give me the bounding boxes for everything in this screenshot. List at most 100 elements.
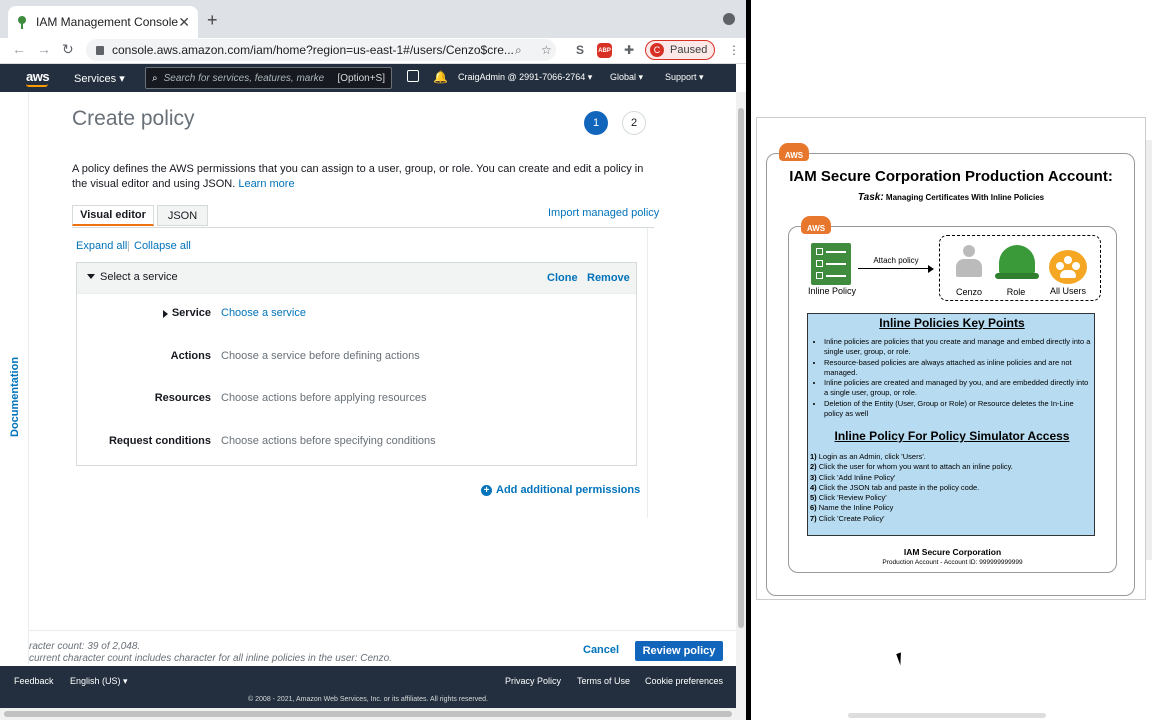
task-text: Managing Certificates With Inline Polici… [885,193,1045,202]
character-count-note: current character count includes charact… [29,653,392,664]
form-right-border [647,228,648,518]
slide-task: Task: Managing Certificates With Inline … [756,192,1146,203]
horizontal-scroll-thumb[interactable] [4,711,732,717]
reload-icon[interactable]: ↻ [62,41,74,58]
language-label: English (US) [70,676,121,686]
tab-visual-editor[interactable]: Visual editor [72,205,154,226]
chevron-down-icon: ▾ [119,73,125,85]
search-icon: ⌕ [152,72,158,84]
cancel-button[interactable]: Cancel [583,644,619,656]
policy-description: A policy defines the AWS permissions tha… [72,162,654,192]
service-panel-title: Select a service [100,271,178,283]
forward-icon[interactable]: → [37,41,51,57]
choose-service-link[interactable]: Choose a service [221,307,306,319]
profile-avatar: C [650,43,664,57]
entity-label-role: Role [1006,287,1026,297]
profile-paused-button[interactable]: C Paused [645,40,715,60]
add-permissions-label: Add additional permissions [496,484,641,496]
step-number: 3) [810,472,817,482]
zoom-search-icon[interactable]: ⌕ [515,43,522,58]
resources-value: Choose actions before applying resources [221,392,427,404]
chevron-down-icon: ▾ [638,72,644,82]
list-item: 3) Click 'Add Inline Policy' [810,473,1092,483]
privacy-policy-link[interactable]: Privacy Policy [505,676,561,686]
account-label: CraigAdmin @ 2991-7066-2764 [458,72,586,82]
list-item: 1) Login as an Admin, click 'Users'. [810,452,1092,462]
corp-account: Production Account - Account ID: 9999999… [882,559,1023,566]
user-icon [956,245,982,285]
tab-divider [72,227,654,228]
browser-tab[interactable]: IAM Management Console ✕ [8,6,198,38]
region-menu[interactable]: Global ▾ [610,72,643,83]
back-icon[interactable]: ← [12,41,26,57]
vertical-scroll-thumb[interactable] [738,108,744,628]
list-item: 5) Click 'Review Policy' [810,493,1092,503]
learn-more-link[interactable]: Learn more [238,178,294,190]
service-panel-header[interactable]: Select a service Clone Remove [77,263,636,294]
aws-logo[interactable]: aws [26,69,50,87]
task-label: Task: [857,192,884,203]
services-menu[interactable]: Services ▾ [74,72,125,85]
aws-cloud-icon: AWS [801,216,831,234]
actions-label: Actions [170,350,211,362]
tab-search-icon[interactable] [723,13,735,25]
list-item: Inline policies are policies that you cr… [824,337,1094,357]
extension-s-icon[interactable]: S [576,43,584,57]
aws-search-input[interactable]: ⌕ Search for services, features, marke [… [145,67,392,89]
search-shortcut: [Option+S] [337,72,385,84]
documentation-tab[interactable]: Documentation [9,357,21,437]
attach-arrow [858,268,930,269]
service-label: Service [171,307,211,319]
collapse-all-link[interactable]: Collapse all [134,240,191,252]
bookmark-star-icon[interactable]: ☆ [541,43,552,57]
browser-menu-icon[interactable]: ⋮ [728,43,740,57]
close-tab-icon[interactable]: ✕ [178,14,190,31]
add-permissions-button[interactable]: + Add additional permissions [481,484,640,496]
account-menu[interactable]: CraigAdmin @ 2991-7066-2764 ▾ [458,72,592,83]
remove-button[interactable]: Remove [587,272,630,284]
wizard-step-1: 1 [584,111,608,135]
form-footer: racter count: 39 of 2,048. current chara… [29,630,736,666]
search-placeholder: Search for services, features, marke [163,72,325,84]
aws-footer: Feedback English (US) ▾ Privacy Policy T… [0,666,736,708]
resources-label: Resources [154,392,211,404]
adblock-icon[interactable]: ABP [597,43,612,58]
import-managed-policy-link[interactable]: Import managed policy [548,207,659,219]
entity-label-cenzo: Cenzo [955,287,982,297]
slide-horizontal-scroll-thumb[interactable] [848,713,1046,718]
cookie-preferences-link[interactable]: Cookie preferences [645,676,723,686]
tab-json[interactable]: JSON [157,205,208,226]
caret-down-icon[interactable] [87,274,95,279]
url-field[interactable]: console.aws.amazon.com/iam/home?region=u… [86,39,556,61]
terms-of-use-link[interactable]: Terms of Use [577,676,630,686]
simulator-title: Inline Policy For Policy Simulator Acces… [834,429,1070,443]
notifications-bell-icon[interactable]: 🔔 [433,70,448,84]
simulator-steps: 1) Login as an Admin, click 'Users'. 2) … [810,452,1092,524]
slide-vertical-scrollbar[interactable] [1146,140,1152,560]
extensions-puzzle-icon[interactable]: ✚ [624,43,634,57]
tab-title: IAM Management Console [36,15,179,29]
support-menu[interactable]: Support ▾ [665,72,704,83]
feedback-link[interactable]: Feedback [14,676,54,686]
services-label: Services [74,73,117,85]
step-text: Click 'Create Policy' [818,513,885,523]
wizard-step-2: 2 [622,111,646,135]
list-item: Deletion of the Entity (User, Group or R… [824,399,1094,419]
policy-document-icon [811,243,851,285]
new-tab-icon[interactable]: + [207,10,218,31]
profile-status: Paused [670,44,708,56]
lock-icon [96,45,104,55]
list-item: 6) Name the Inline Policy [810,503,1092,513]
service-panel: Select a service Clone Remove Service Ch… [76,262,637,466]
cloudshell-icon[interactable] [407,70,419,82]
review-policy-button[interactable]: Review policy [635,641,723,661]
chevron-down-icon: ▾ [123,676,128,686]
language-selector[interactable]: English (US) ▾ [70,676,128,687]
key-points-list: Inline policies are policies that you cr… [816,337,1094,419]
page-title: Create policy [72,107,195,130]
step-text: Click the JSON tab and paste in the poli… [818,482,980,492]
url-text: console.aws.amazon.com/iam/home?region=u… [112,43,514,57]
list-item: Resource-based policies are always attac… [824,358,1094,378]
clone-button[interactable]: Clone [547,272,578,284]
expand-all-link[interactable]: Expand all [76,240,127,252]
